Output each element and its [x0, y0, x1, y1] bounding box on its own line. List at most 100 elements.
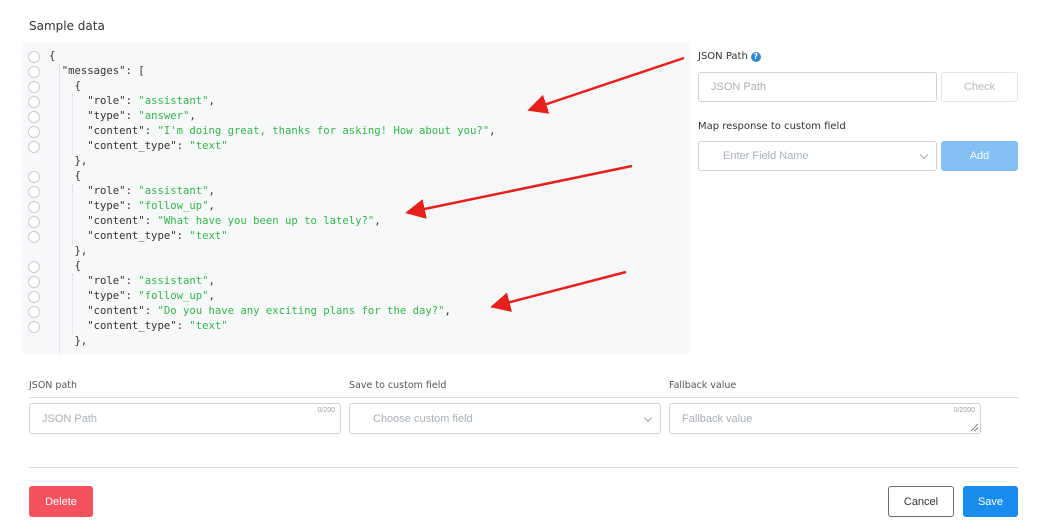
check-button[interactable]: Check [941, 72, 1018, 102]
line-select-radio[interactable] [28, 186, 40, 198]
field-name-select-placeholder: Enter Field Name [723, 150, 809, 162]
code-punctuation: , [189, 110, 196, 122]
fallback-value-textarea[interactable]: Fallback value 0/2000 [669, 403, 981, 434]
line-select-radio[interactable] [28, 81, 40, 93]
code-punctuation: : [125, 95, 139, 107]
question-circle-icon[interactable]: ? [750, 52, 761, 62]
code-punctuation: , [489, 125, 496, 137]
line-select-radio[interactable] [28, 96, 40, 108]
code-line: "content_type": "text" [49, 139, 228, 154]
code-string-value: "text" [189, 230, 228, 242]
code-line: }, [49, 334, 88, 349]
code-line: "role": "assistant", [49, 184, 215, 199]
line-select-radio[interactable] [28, 306, 40, 318]
add-button-label: Add [969, 150, 990, 162]
json-path-field-label: JSON path [29, 380, 78, 391]
add-button[interactable]: Add [941, 141, 1018, 171]
sample-data-title: Sample data [29, 19, 105, 33]
code-punctuation [49, 305, 87, 317]
line-select-radio[interactable] [28, 201, 40, 213]
code-punctuation: { [49, 170, 81, 182]
line-select-radio[interactable] [28, 216, 40, 228]
code-punctuation: , [444, 305, 451, 317]
code-line: "role": "assistant", [49, 94, 215, 109]
code-punctuation: , [208, 200, 215, 212]
code-key: "content_type" [87, 140, 177, 152]
code-punctuation [49, 290, 87, 302]
code-punctuation: , [208, 290, 215, 302]
fallback-value-placeholder: Fallback value [682, 412, 753, 425]
line-select-radio[interactable] [28, 261, 40, 273]
code-punctuation [49, 110, 87, 122]
code-string-value: "What have you been up to lately?" [157, 215, 375, 227]
code-punctuation [49, 65, 62, 77]
fallback-value-label: Fallback value [669, 380, 737, 391]
line-select-radio[interactable] [28, 321, 40, 333]
line-select-radio[interactable] [28, 51, 40, 63]
cancel-button[interactable]: Cancel [888, 486, 954, 517]
resize-handle-icon[interactable] [971, 424, 978, 431]
code-string-value: "text" [189, 320, 228, 332]
code-punctuation [49, 320, 87, 332]
line-select-radio[interactable] [28, 171, 40, 183]
divider [29, 397, 1018, 398]
json-path-input[interactable]: JSON Path [698, 72, 937, 102]
code-punctuation: : [144, 305, 158, 317]
save-button[interactable]: Save [963, 486, 1018, 517]
code-key: "messages" [61, 65, 126, 77]
save-button-label: Save [977, 495, 1004, 508]
code-punctuation: : [125, 275, 139, 287]
code-string-value: "text" [189, 140, 228, 152]
json-path-input-placeholder: JSON Path [711, 81, 767, 93]
code-punctuation: : [176, 320, 190, 332]
code-punctuation: { [49, 80, 81, 92]
code-punctuation [49, 230, 87, 242]
code-punctuation: { [49, 50, 56, 62]
line-select-radio[interactable] [28, 126, 40, 138]
line-select-radio[interactable] [28, 141, 40, 153]
code-punctuation [49, 215, 87, 227]
chevron-down-icon [919, 150, 929, 160]
code-line: "role": "assistant", [49, 274, 215, 289]
code-key: "role" [87, 95, 126, 107]
code-key: "type" [87, 290, 126, 302]
line-select-radio[interactable] [28, 111, 40, 123]
json-path-char-counter: 0/200 [317, 407, 335, 414]
code-punctuation: { [49, 260, 81, 272]
code-line: "content_type": "text" [49, 229, 228, 244]
custom-field-label: Save to custom field [349, 380, 447, 391]
mapping-json-path-input[interactable]: JSON Path 0/200 [29, 403, 341, 434]
code-key: "role" [87, 185, 126, 197]
line-select-radio[interactable] [28, 231, 40, 243]
code-key: "role" [87, 275, 126, 287]
line-select-radio[interactable] [28, 276, 40, 288]
custom-field-select[interactable]: Choose custom field [349, 403, 661, 434]
code-string-value: "assistant" [138, 185, 209, 197]
code-punctuation: : [ [125, 65, 145, 77]
code-punctuation: : [125, 200, 139, 212]
code-key: "type" [87, 200, 126, 212]
code-punctuation: : [144, 125, 158, 137]
code-punctuation: : [125, 185, 139, 197]
code-key: "content" [87, 215, 145, 227]
code-punctuation: : [144, 215, 158, 227]
delete-button[interactable]: Delete [29, 486, 93, 517]
footer-divider [29, 467, 1018, 468]
sample-data-code-panel: { "messages": [ { "role": "assistant", "… [22, 42, 690, 354]
json-path-label-text: JSON Path [698, 51, 748, 62]
delete-button-label: Delete [45, 495, 77, 508]
code-line: }, [49, 154, 88, 169]
code-punctuation [49, 95, 87, 107]
code-key: "type" [87, 110, 126, 122]
code-line: { [49, 169, 81, 184]
code-punctuation: , [374, 215, 381, 227]
code-punctuation [49, 125, 87, 137]
line-select-radio[interactable] [28, 66, 40, 78]
code-punctuation: : [125, 110, 139, 122]
code-string-value: "Do you have any exciting plans for the … [157, 305, 445, 317]
field-name-select[interactable]: Enter Field Name [698, 141, 937, 171]
code-string-value: "I'm doing great, thanks for asking! How… [157, 125, 490, 137]
code-line: "type": "follow_up", [49, 289, 215, 304]
line-select-radio[interactable] [28, 291, 40, 303]
code-punctuation: }, [49, 335, 88, 347]
